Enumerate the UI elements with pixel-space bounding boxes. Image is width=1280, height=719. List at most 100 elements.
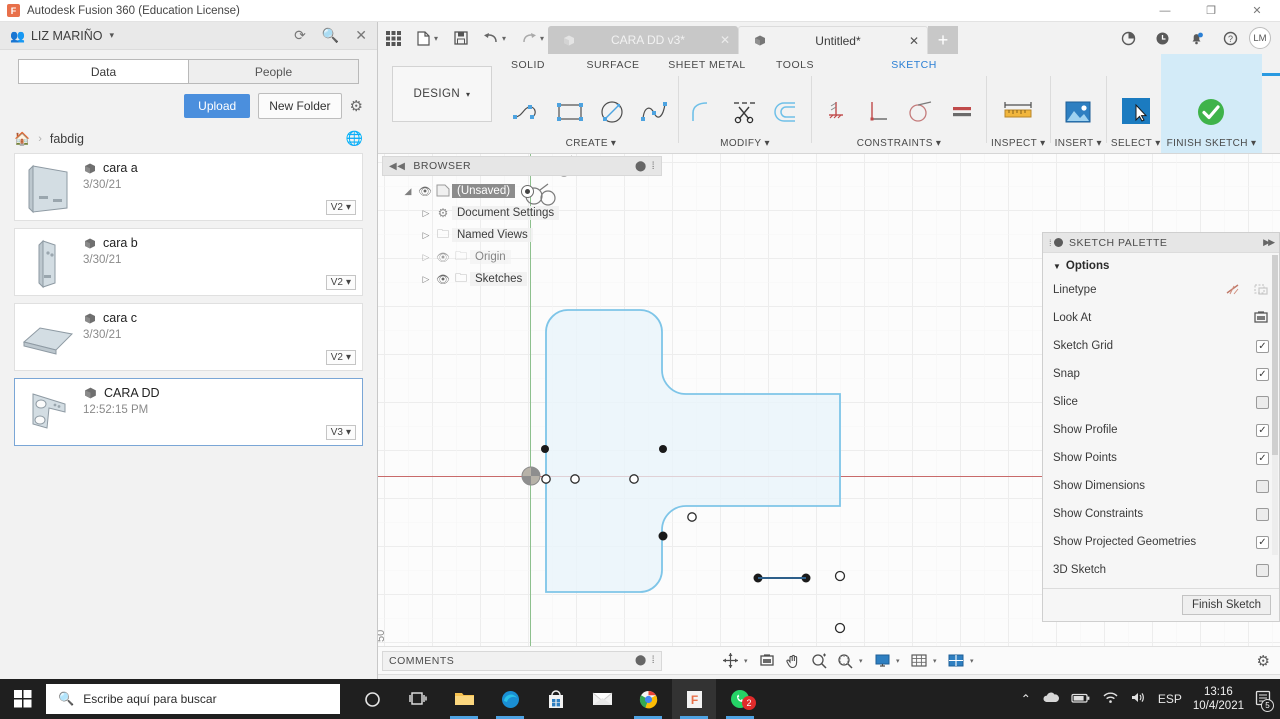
- checkbox-show-points[interactable]: ✓: [1256, 452, 1269, 465]
- grip-icon[interactable]: ⁞: [1049, 238, 1052, 248]
- chevron-down-icon[interactable]: ▾: [1096, 138, 1101, 149]
- chevron-down-icon[interactable]: ▾: [764, 138, 769, 149]
- tree-node-unsaved[interactable]: ◢ 👁 (Unsaved): [382, 180, 662, 202]
- palette-row-show-dimensions[interactable]: Show Dimensions: [1043, 472, 1279, 500]
- whatsapp-icon[interactable]: 2: [718, 679, 762, 719]
- search-input[interactable]: 🔍 Escribe aquí para buscar: [46, 684, 340, 714]
- look-at-icon[interactable]: [1253, 310, 1269, 327]
- chevron-down-icon[interactable]: ▾: [936, 138, 941, 149]
- notifications-bell-icon[interactable]: [1181, 22, 1211, 54]
- recent-icon[interactable]: [1147, 22, 1177, 54]
- spline-tool-icon[interactable]: [634, 90, 674, 134]
- tree-node-named-views[interactable]: ▷ 🗀 Named Views: [382, 224, 662, 246]
- chevron-down-icon[interactable]: ▾: [434, 34, 446, 43]
- offset-tool-icon[interactable]: [767, 90, 807, 134]
- visibility-eye-icon[interactable]: 👁: [416, 185, 434, 198]
- orbit-icon[interactable]: [718, 649, 742, 673]
- palette-row-show-points[interactable]: Show Points ✓: [1043, 444, 1279, 472]
- checkbox-3d-sketch[interactable]: [1256, 564, 1269, 577]
- zoom-icon[interactable]: [807, 649, 831, 673]
- onedrive-icon[interactable]: [1042, 691, 1060, 707]
- checkbox-sketch-grid[interactable]: ✓: [1256, 340, 1269, 353]
- tangent-constraint-icon[interactable]: [900, 90, 940, 134]
- checkbox-show-projected-geometries[interactable]: ✓: [1256, 536, 1269, 549]
- palette-row-show-projected-geometries[interactable]: Show Projected Geometries ✓: [1043, 528, 1279, 556]
- job-status-icon[interactable]: [1113, 22, 1143, 54]
- list-item[interactable]: cara a 3/30/21 V2 ▾: [14, 153, 363, 221]
- version-badge[interactable]: V2 ▾: [326, 200, 356, 215]
- expand-arrow-icon[interactable]: ▷: [418, 252, 434, 263]
- workspace-switcher[interactable]: DESIGN ▾: [392, 66, 492, 122]
- tree-node-sketches[interactable]: ▷ 👁 🗀 Sketches: [382, 268, 662, 290]
- chevron-down-icon[interactable]: ▾: [970, 657, 979, 665]
- visibility-eye-icon[interactable]: 👁: [434, 273, 452, 286]
- chevron-down-icon[interactable]: ▾: [1251, 138, 1256, 149]
- palette-row-look-at[interactable]: Look At: [1043, 304, 1279, 332]
- rectangle-tool-icon[interactable]: [550, 90, 590, 134]
- circle-tool-icon[interactable]: [592, 90, 632, 134]
- upload-button[interactable]: Upload: [184, 94, 250, 118]
- minimize-button[interactable]: —: [1142, 0, 1188, 22]
- tree-node-document-settings[interactable]: ▷ ⚙ Document Settings: [382, 202, 662, 224]
- cortana-icon[interactable]: [350, 679, 394, 719]
- mail-icon[interactable]: [580, 679, 624, 719]
- sketch-canvas[interactable]: 50: [378, 154, 1280, 646]
- new-tab-button[interactable]: +: [928, 26, 958, 54]
- comments-panel[interactable]: COMMENTS ⬤ ⁞: [382, 651, 662, 671]
- wifi-icon[interactable]: [1102, 691, 1119, 707]
- search-icon[interactable]: 🔍: [322, 27, 339, 44]
- list-item[interactable]: cara b 3/30/21 V2 ▾: [14, 228, 363, 296]
- palette-scrollbar[interactable]: [1272, 255, 1278, 555]
- tab-data[interactable]: Data: [18, 59, 189, 84]
- finish-sketch-button[interactable]: Finish Sketch: [1182, 595, 1271, 615]
- grid-snaps-icon[interactable]: [907, 649, 931, 673]
- collapse-left-icon[interactable]: ◀◀: [389, 161, 405, 172]
- new-folder-button[interactable]: New Folder: [258, 93, 341, 119]
- task-view-icon[interactable]: [396, 679, 440, 719]
- select-cursor-icon[interactable]: [1116, 90, 1156, 134]
- action-center-icon[interactable]: 5: [1255, 690, 1272, 709]
- expand-arrow-icon[interactable]: ◢: [400, 186, 416, 197]
- breadcrumb-current-folder[interactable]: fabdig: [50, 132, 84, 146]
- palette-row-linetype[interactable]: Linetype: [1043, 276, 1279, 304]
- refresh-icon[interactable]: ⟳: [294, 27, 306, 44]
- linetype-normal-icon[interactable]: [1225, 282, 1241, 299]
- trim-tool-icon[interactable]: [725, 90, 765, 134]
- tray-chevron-icon[interactable]: ⌃: [1021, 692, 1031, 706]
- home-icon[interactable]: 🏠: [14, 131, 30, 147]
- checkbox-show-constraints[interactable]: [1256, 508, 1269, 521]
- perpendicular-constraint-icon[interactable]: [858, 90, 898, 134]
- tree-node-origin[interactable]: ▷ 👁 🗀 Origin: [382, 246, 662, 268]
- palette-row-show-constraints[interactable]: Show Constraints: [1043, 500, 1279, 528]
- chevron-down-icon[interactable]: ▾: [611, 138, 616, 149]
- palette-row-show-profile[interactable]: Show Profile ✓: [1043, 416, 1279, 444]
- minimize-dot-icon[interactable]: ⬤: [635, 161, 647, 172]
- visibility-eye-off-icon[interactable]: 👁: [434, 251, 452, 264]
- version-badge[interactable]: V2 ▾: [326, 350, 356, 365]
- tab-people[interactable]: People: [189, 59, 359, 84]
- document-tab-cara-dd[interactable]: CARA DD v3* ✕: [548, 26, 738, 54]
- viewports-icon[interactable]: [944, 649, 968, 673]
- chevron-down-icon[interactable]: ▾: [896, 657, 905, 665]
- pan-icon[interactable]: [781, 649, 805, 673]
- palette-section-options[interactable]: ▼ Options: [1043, 253, 1279, 276]
- line-tool-icon[interactable]: [508, 90, 548, 134]
- version-badge[interactable]: V2 ▾: [326, 275, 356, 290]
- document-tab-untitled[interactable]: Untitled* ✕: [738, 26, 928, 54]
- checkbox-show-profile[interactable]: ✓: [1256, 424, 1269, 437]
- microsoft-store-icon[interactable]: [534, 679, 578, 719]
- component-activate-radio[interactable]: [521, 185, 534, 198]
- version-badge[interactable]: V3 ▾: [326, 425, 356, 440]
- help-icon[interactable]: ?: [1215, 22, 1245, 54]
- list-item-selected[interactable]: CARA DD 12:52:15 PM V3 ▾: [14, 378, 363, 446]
- look-at-icon[interactable]: [755, 649, 779, 673]
- measure-icon[interactable]: [998, 90, 1038, 134]
- fillet-tool-icon[interactable]: [683, 90, 723, 134]
- expand-right-icon[interactable]: ▶▶: [1263, 237, 1273, 248]
- grip-icon[interactable]: ⁞: [652, 161, 655, 172]
- minimize-dot-icon[interactable]: ⬤: [635, 655, 647, 666]
- windows-start-icon[interactable]: [0, 679, 46, 719]
- app-grid-icon[interactable]: [378, 22, 408, 54]
- palette-row-snap[interactable]: Snap ✓: [1043, 360, 1279, 388]
- expand-arrow-icon[interactable]: ▷: [418, 230, 434, 241]
